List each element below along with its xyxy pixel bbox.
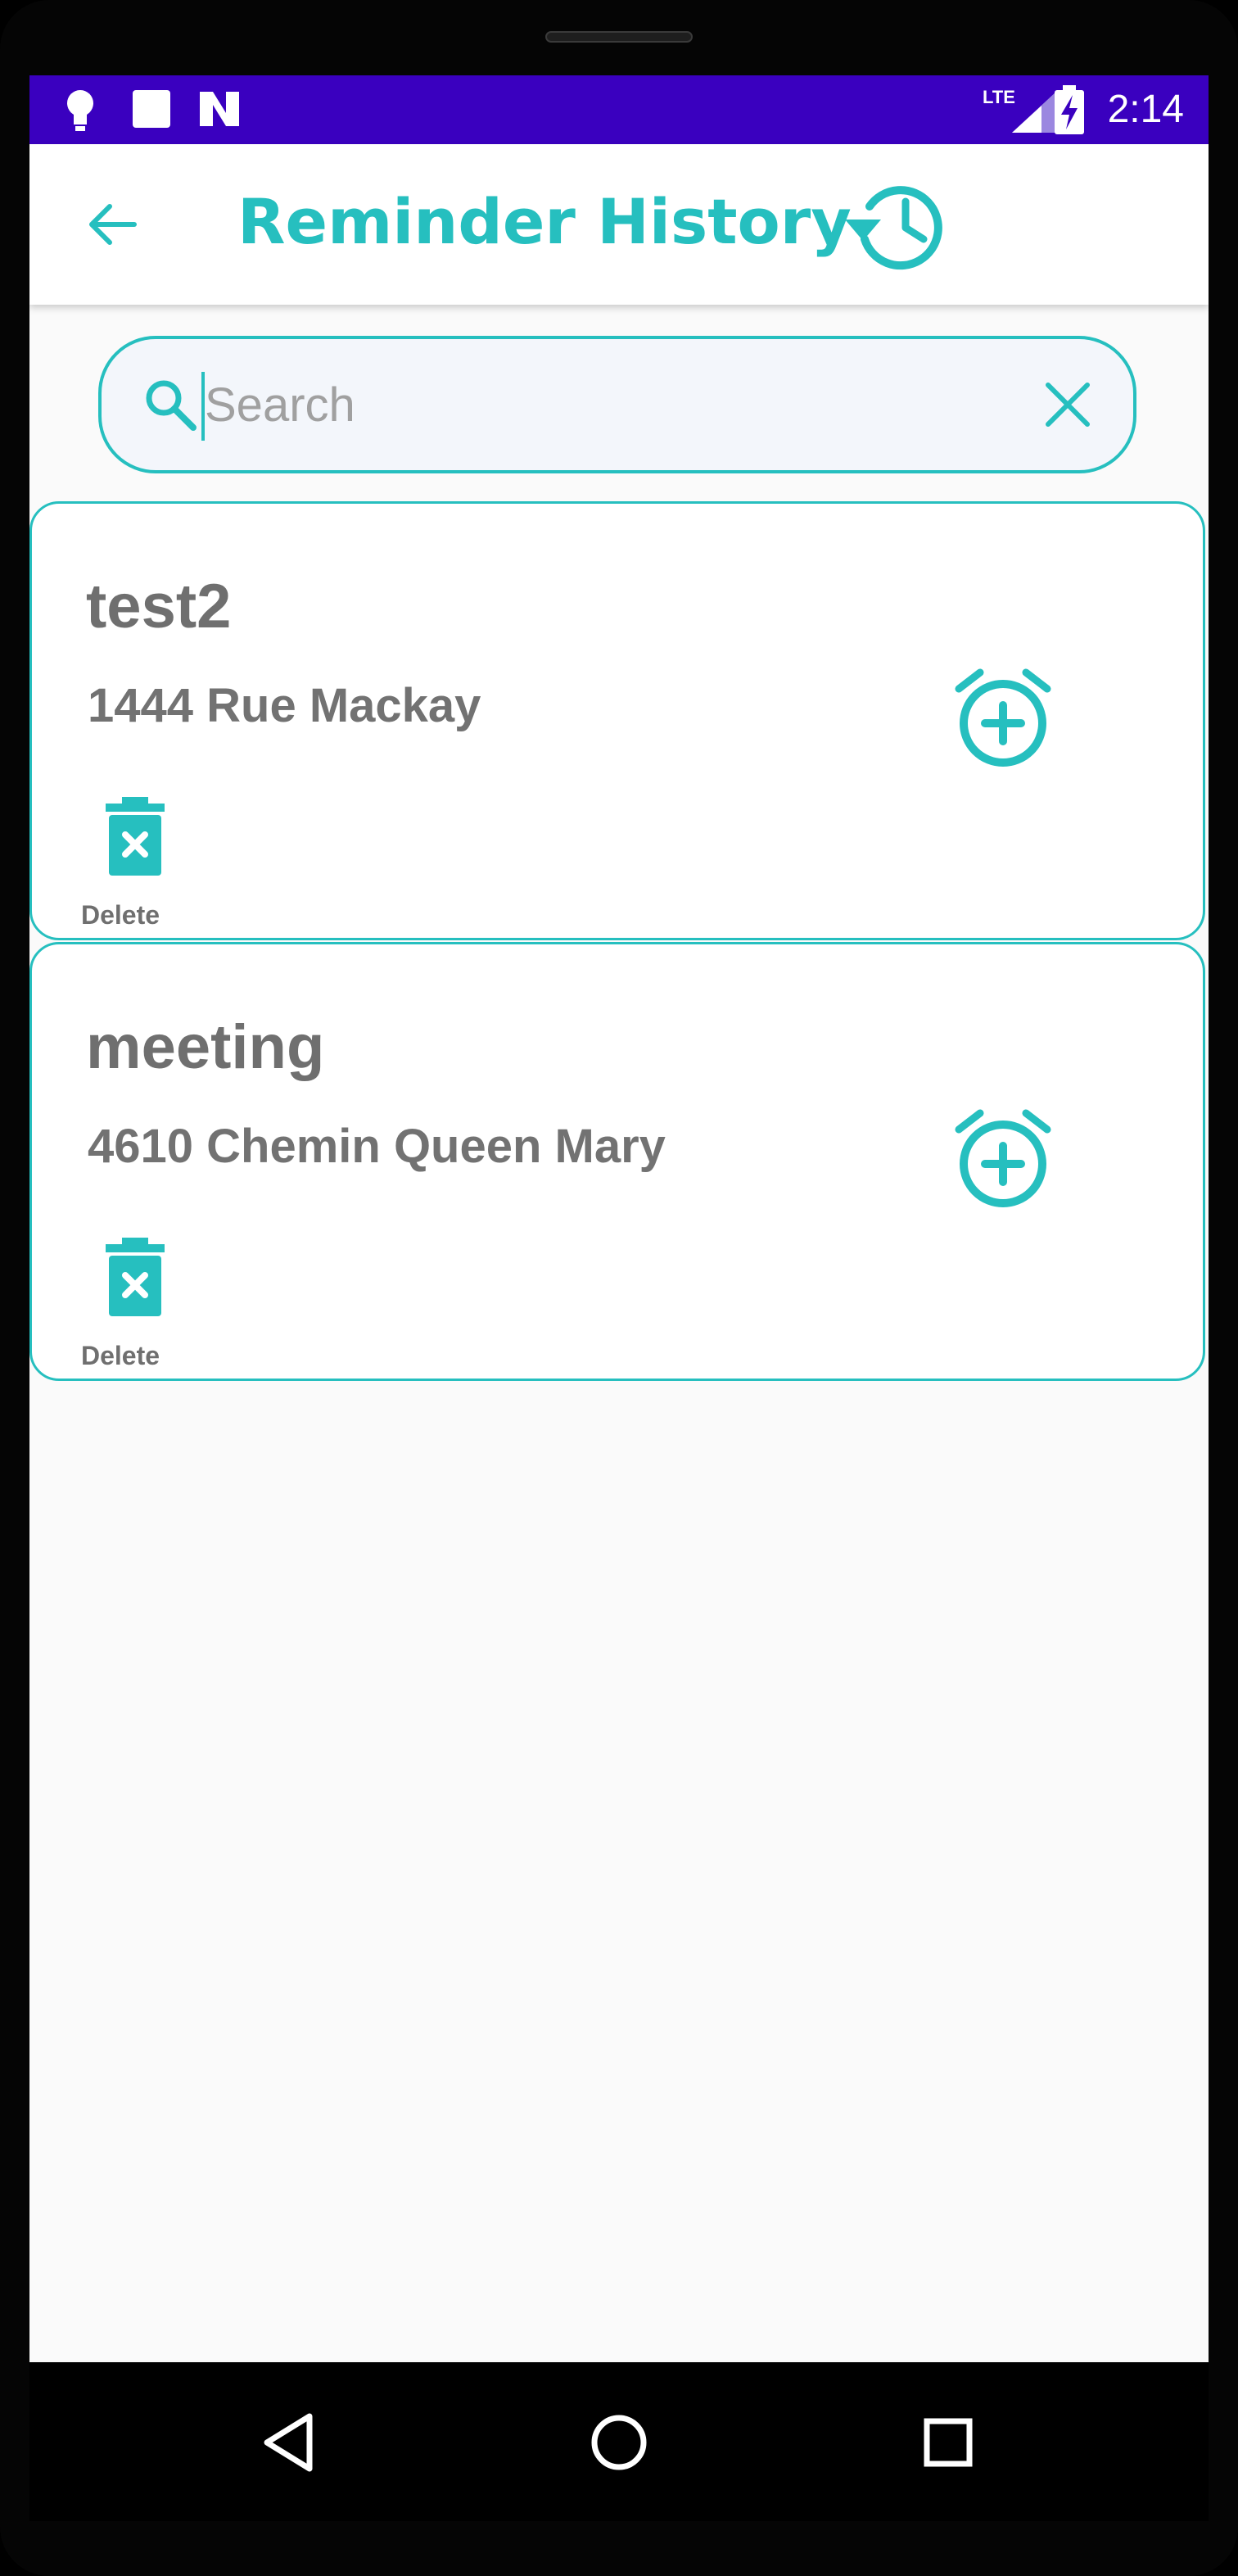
square-recents-icon[interactable] (909, 2403, 987, 2482)
delete-label: Delete (81, 900, 160, 930)
delete-label: Delete (81, 1341, 160, 1370)
notification-n-icon (200, 92, 239, 126)
alarm-add-icon[interactable] (952, 1108, 1054, 1210)
text-cursor (201, 372, 205, 441)
reminder-title: test2 (86, 572, 232, 641)
status-time: 2:14 (1107, 88, 1184, 131)
search-bar[interactable] (98, 336, 1136, 473)
svg-text:LTE: LTE (983, 87, 1015, 107)
trash-icon (106, 797, 165, 876)
app-bar: Reminder History (29, 144, 1209, 305)
search-input[interactable] (205, 364, 1007, 446)
trash-icon (106, 1238, 165, 1316)
circle-home-icon[interactable] (580, 2403, 658, 2482)
status-bar: LTE 2:14 (29, 75, 1209, 144)
alarm-add-icon[interactable] (952, 668, 1054, 769)
screen: LTE 2:14 Reminder History Search test2 1… (29, 75, 1209, 2362)
notification-square-icon (133, 90, 170, 128)
reminder-card[interactable]: meeting 4610 Chemin Queen Mary Delete (29, 942, 1205, 1381)
page-title: Reminder History (237, 185, 852, 258)
reminder-address: 1444 Rue Mackay (88, 679, 481, 732)
reminder-card[interactable]: test2 1444 Rue Mackay Delete (29, 501, 1205, 940)
device-frame: LTE 2:14 Reminder History Search test2 1… (0, 0, 1238, 2576)
close-icon[interactable] (1035, 372, 1100, 437)
triangle-back-icon[interactable] (251, 2403, 329, 2482)
speaker-grille (545, 31, 693, 43)
search-icon (146, 380, 197, 431)
notification-bulb-icon (67, 90, 93, 131)
lte-signal-icon: LTE (983, 87, 1058, 133)
navigation-bar (29, 2362, 1209, 2521)
reminder-title: meeting (86, 1012, 325, 1082)
back-button[interactable] (79, 192, 144, 257)
history-icon (845, 186, 942, 270)
reminder-address: 4610 Chemin Queen Mary (88, 1120, 666, 1173)
battery-charging-icon (1055, 85, 1084, 134)
arrow-back-icon (89, 204, 137, 245)
